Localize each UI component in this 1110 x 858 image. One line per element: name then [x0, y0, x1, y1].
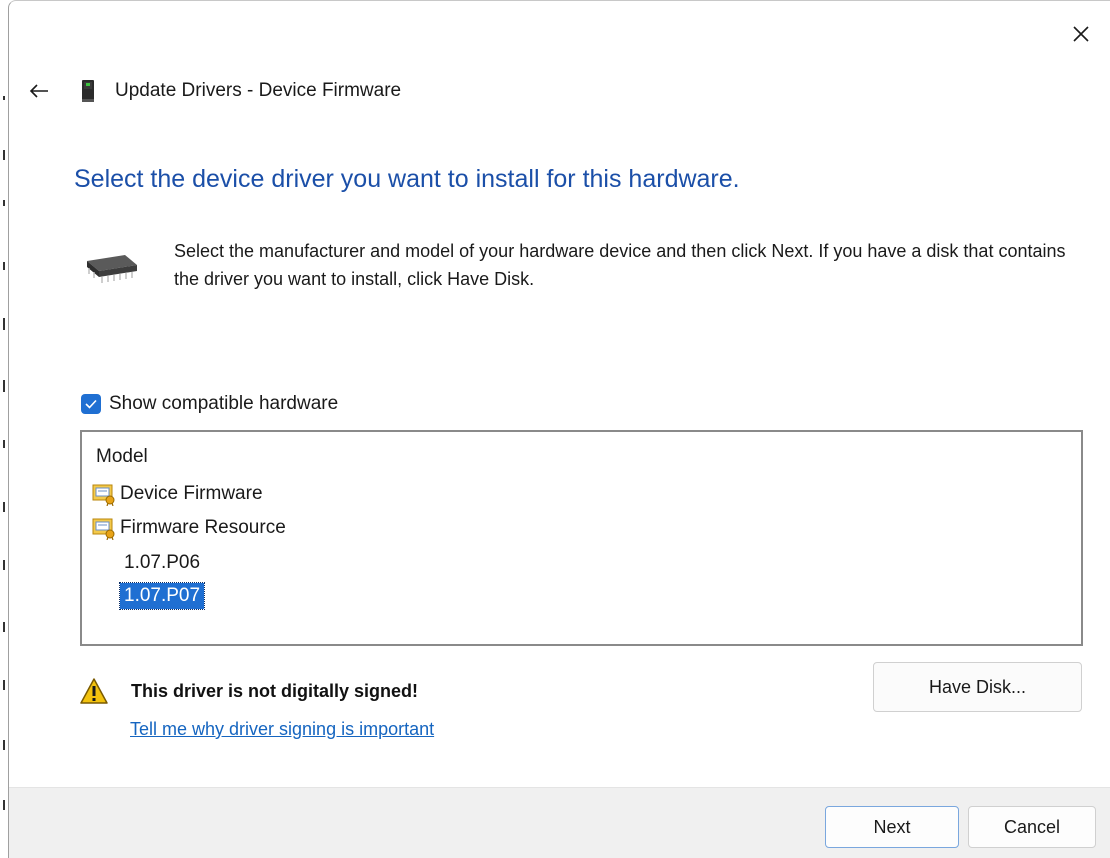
instructions-text: Select the manufacturer and model of you… — [174, 241, 1066, 289]
checkbox-label: Show compatible hardware — [109, 393, 339, 414]
certificate-icon — [92, 518, 115, 540]
dialog-header: Update Drivers - Device Firmware — [23, 75, 401, 107]
warning-text: This driver is not digitally signed! — [131, 680, 419, 701]
list-item-device-firmware[interactable]: Device Firmware — [92, 482, 263, 506]
model-list[interactable]: Model Device Firmware Firmware Resource — [80, 430, 1083, 646]
show-compatible-hardware-checkbox[interactable]: Show compatible hardware — [81, 393, 338, 415]
unsigned-driver-warning: This driver is not digitally signed! — [79, 677, 418, 705]
list-item-label: 1.07.P07 — [124, 585, 201, 606]
warning-icon — [80, 678, 108, 704]
list-item-firmware-resource[interactable]: Firmware Resource — [92, 516, 286, 540]
update-drivers-dialog: Update Drivers - Device Firmware Select … — [8, 0, 1110, 858]
dialog-title: Update Drivers - Device Firmware — [115, 80, 402, 101]
have-disk-button[interactable]: Have Disk... — [873, 662, 1082, 712]
list-item-label: Device Firmware — [120, 483, 263, 504]
checkbox-box[interactable] — [81, 394, 101, 414]
certificate-icon — [92, 484, 115, 506]
back-button[interactable] — [23, 75, 55, 107]
list-item-version-p07[interactable]: 1.07.P07 — [118, 582, 206, 610]
background-edge — [0, 0, 8, 858]
list-item-version-p06[interactable]: 1.07.P06 — [120, 550, 204, 576]
next-button[interactable]: Next — [825, 806, 959, 848]
list-item-label: 1.07.P06 — [124, 552, 201, 573]
dialog-footer: Next Cancel — [9, 787, 1110, 858]
driver-signing-link[interactable]: Tell me why driver signing is important — [130, 719, 434, 740]
close-button[interactable] — [1066, 19, 1096, 49]
close-icon — [1073, 26, 1089, 42]
checkmark-icon — [85, 399, 97, 409]
back-arrow-icon — [29, 84, 48, 98]
chip-icon — [81, 249, 141, 285]
page-heading: Select the device driver you want to ins… — [74, 165, 740, 193]
list-item-label: Firmware Resource — [120, 517, 286, 538]
device-icon — [81, 79, 95, 103]
cancel-button[interactable]: Cancel — [968, 806, 1096, 848]
model-column-header: Model — [96, 446, 148, 467]
